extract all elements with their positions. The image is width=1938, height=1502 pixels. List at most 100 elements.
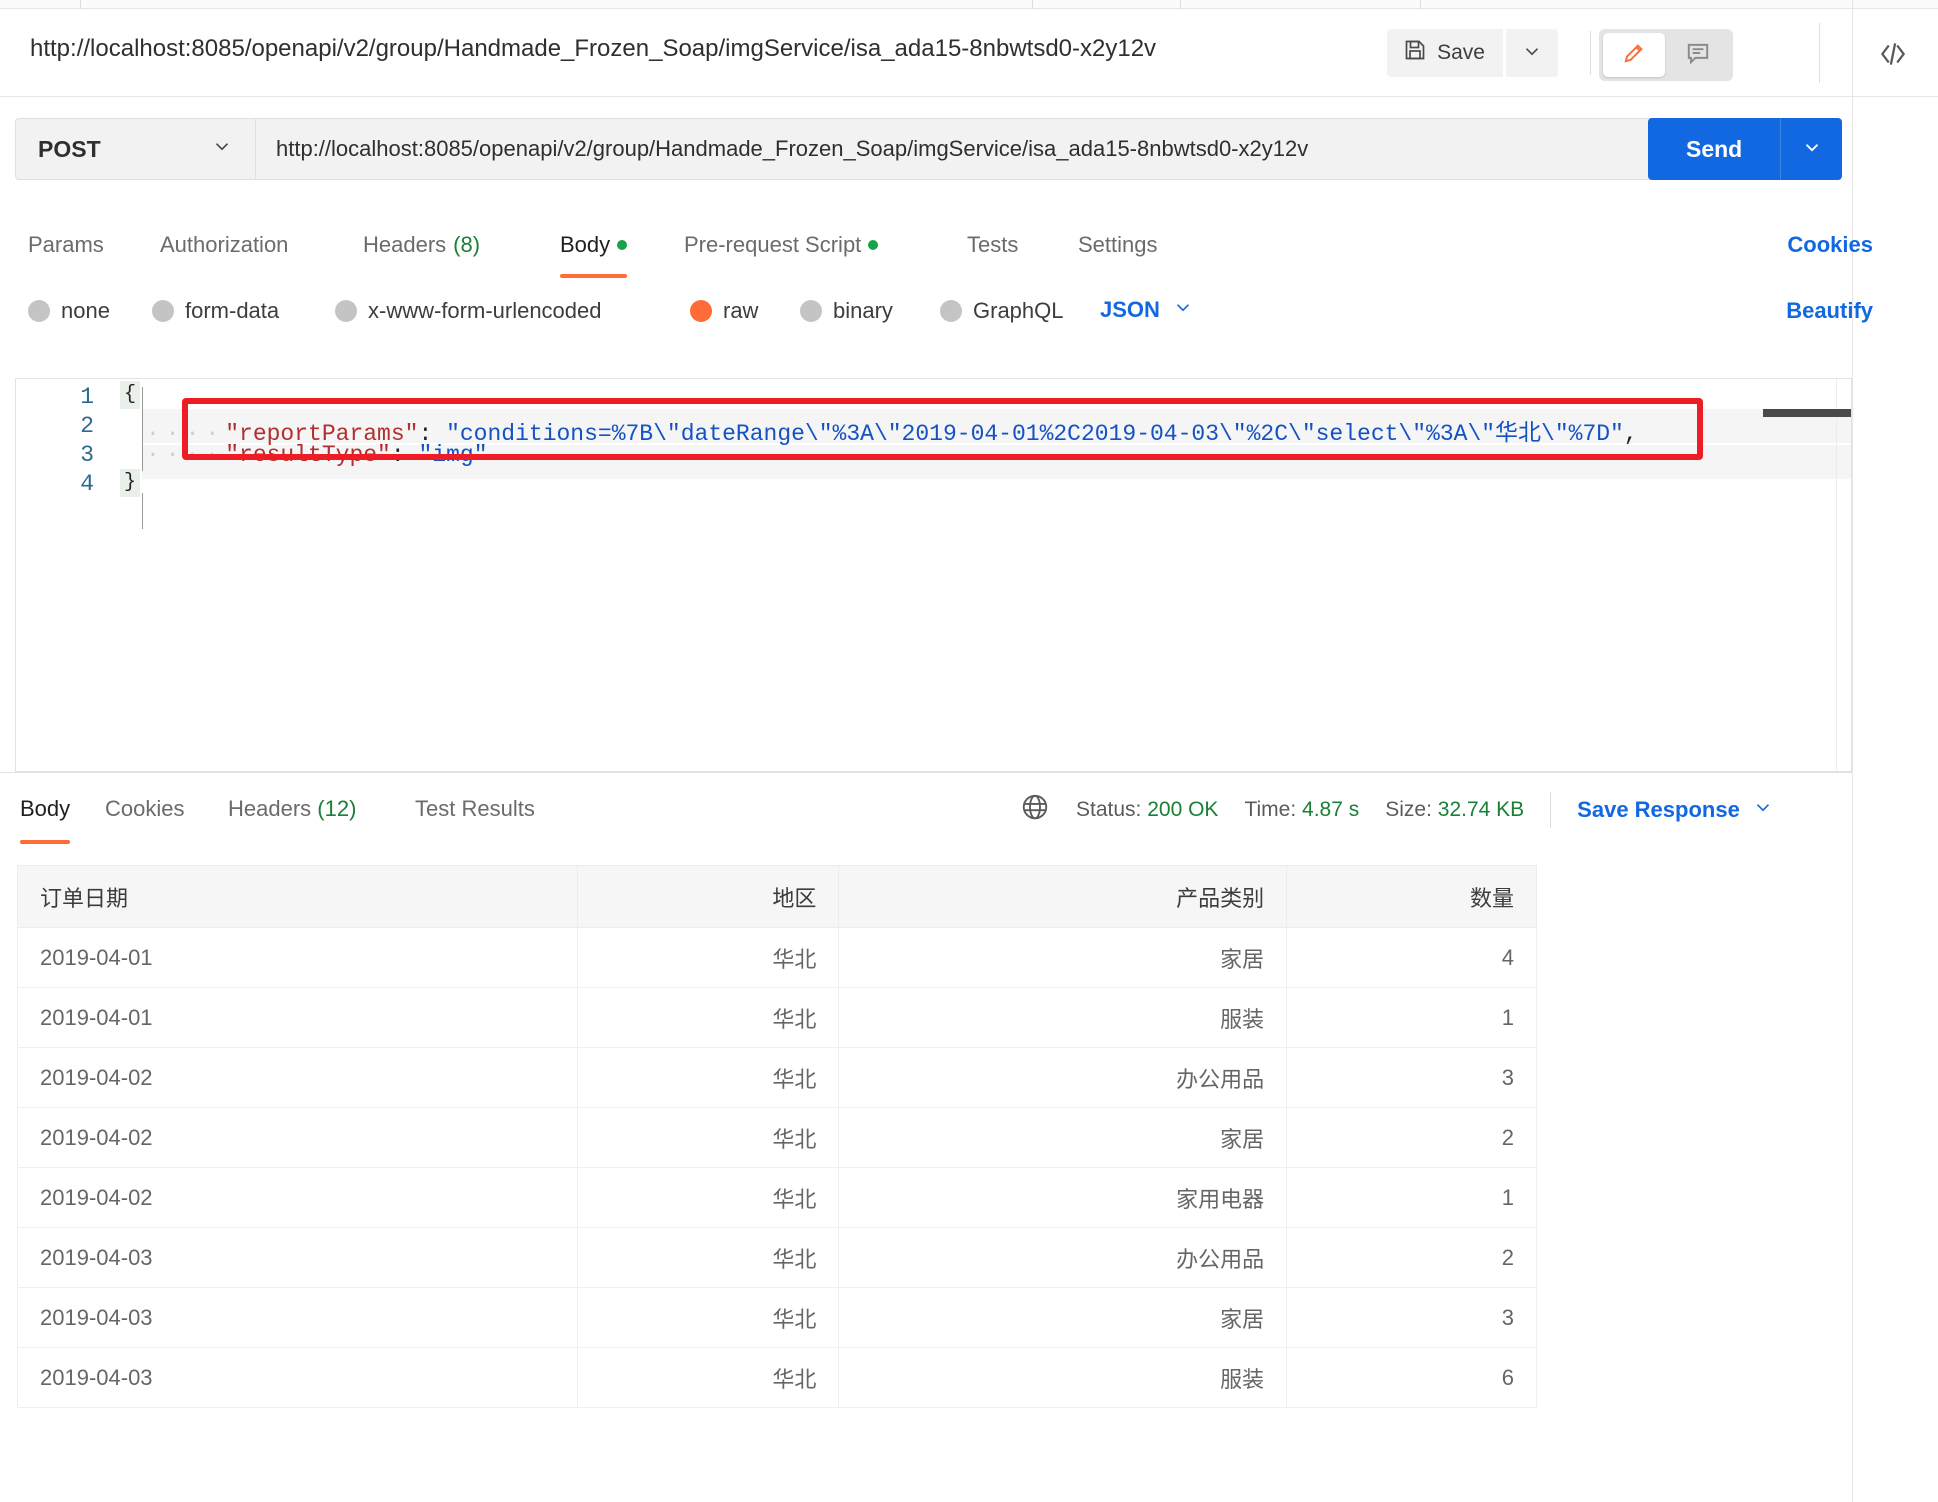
- chevron-down-icon: [211, 135, 233, 163]
- cell-quantity: 1: [1286, 1167, 1537, 1228]
- code-line-3: ····"resultType": "img": [146, 442, 488, 468]
- body-type-none[interactable]: none: [28, 298, 110, 324]
- comment-mode-button[interactable]: [1667, 33, 1729, 77]
- body-type-form-data[interactable]: form-data: [152, 298, 279, 324]
- tab-settings[interactable]: Settings: [1078, 232, 1158, 258]
- url-input[interactable]: http://localhost:8085/openapi/v2/group/H…: [255, 118, 1655, 180]
- cell-region: 华北: [576, 1227, 840, 1288]
- save-response-button[interactable]: Save Response: [1577, 796, 1774, 824]
- header-divider-2: [1819, 23, 1820, 83]
- body-format-select[interactable]: JSON: [1100, 296, 1194, 324]
- cell-quantity: 4: [1286, 927, 1537, 988]
- table-row: 2019-04-03 华北 服装 6: [17, 1347, 1537, 1408]
- table-row: 2019-04-03 华北 办公用品 2: [17, 1227, 1537, 1288]
- cell-region: 华北: [576, 1287, 840, 1348]
- status-label: Status:: [1076, 798, 1142, 821]
- tab-label: Test Results: [415, 796, 535, 821]
- chevron-down-icon: [1752, 796, 1774, 824]
- column-header-product-category[interactable]: 产品类别: [838, 865, 1288, 928]
- cell-order-date: 2019-04-03: [17, 1287, 578, 1348]
- body-type-raw[interactable]: raw: [690, 298, 758, 324]
- column-header-region[interactable]: 地区: [576, 865, 840, 928]
- cookies-link[interactable]: Cookies: [1787, 232, 1873, 258]
- fold-brace-open[interactable]: {: [120, 381, 140, 409]
- save-options-button[interactable]: [1506, 29, 1558, 77]
- save-button-group: Save: [1387, 29, 1558, 77]
- response-status-bar: Status: 200 OK Time: 4.87 s Size: 32.74 …: [1020, 792, 1774, 828]
- request-body-editor[interactable]: 1 2 3 4 { } ····"reportParams": "conditi…: [15, 378, 1852, 772]
- edit-mode-button[interactable]: [1603, 33, 1665, 77]
- radio-circle-icon: [335, 300, 357, 322]
- response-tab-headers[interactable]: Headers (12): [228, 796, 356, 822]
- response-tab-cookies[interactable]: Cookies: [105, 796, 184, 822]
- cell-product-category: 家居: [838, 927, 1288, 988]
- chevron-down-icon: [1801, 136, 1823, 163]
- tab-params[interactable]: Params: [28, 232, 104, 258]
- radio-label: x-www-form-urlencoded: [368, 298, 602, 323]
- radio-label: GraphQL: [973, 298, 1064, 323]
- cell-product-category: 服装: [838, 987, 1288, 1048]
- fold-brace-close[interactable]: }: [120, 469, 140, 497]
- table-row: 2019-04-02 华北 家居 2: [17, 1107, 1537, 1168]
- table-row: 2019-04-01 华北 服装 1: [17, 987, 1537, 1048]
- tab-headers[interactable]: Headers (8): [363, 232, 480, 258]
- send-options-button[interactable]: [1780, 118, 1843, 180]
- column-header-order-date[interactable]: 订单日期: [17, 865, 578, 928]
- line-number: 4: [80, 471, 94, 497]
- size-label: Size:: [1385, 798, 1432, 821]
- body-type-options: none form-data x-www-form-urlencoded raw…: [0, 288, 1852, 346]
- body-type-binary[interactable]: binary: [800, 298, 893, 324]
- response-tab-test-results[interactable]: Test Results: [415, 796, 535, 822]
- request-header: http://localhost:8085/openapi/v2/group/H…: [0, 9, 1938, 97]
- status-group: Status: 200 OK: [1076, 798, 1218, 822]
- table-body: 2019-04-01 华北 家居 4 2019-04-01 华北 服装 1 20…: [17, 927, 1537, 1408]
- radio-circle-icon: [800, 300, 822, 322]
- status-divider: [1550, 792, 1552, 828]
- right-rail-divider: [1852, 0, 1853, 1502]
- body-type-graphql[interactable]: GraphQL: [940, 298, 1064, 324]
- cell-order-date: 2019-04-02: [17, 1047, 578, 1108]
- tab-tests[interactable]: Tests: [967, 232, 1018, 258]
- body-type-urlencoded[interactable]: x-www-form-urlencoded: [335, 298, 602, 324]
- response-result-table: 订单日期 地区 产品类别 数量 2019-04-01 华北 家居 4 2019-…: [17, 865, 1537, 1408]
- code-brackets-icon[interactable]: [1876, 37, 1910, 76]
- radio-label: binary: [833, 298, 893, 323]
- radio-circle-icon: [940, 300, 962, 322]
- tab-pre-request-script[interactable]: Pre-request Script: [684, 232, 879, 258]
- radio-label: none: [61, 298, 110, 323]
- table-header-row: 订单日期 地区 产品类别 数量: [17, 865, 1537, 928]
- json-key: "resultType": [225, 442, 391, 468]
- cell-order-date: 2019-04-01: [17, 927, 578, 988]
- editor-indent-guide: [142, 387, 143, 471]
- tab-count: (12): [317, 796, 357, 821]
- chevron-down-icon: [1172, 296, 1194, 324]
- column-header-quantity[interactable]: 数量: [1286, 865, 1537, 928]
- tab-divider: [1180, 0, 1181, 9]
- table-row: 2019-04-02 华北 办公用品 3: [17, 1047, 1537, 1108]
- send-button[interactable]: Send: [1648, 118, 1781, 180]
- tab-divider: [80, 0, 81, 9]
- tab-label: Body: [560, 232, 611, 257]
- tab-count: (8): [453, 232, 481, 257]
- save-button[interactable]: Save: [1387, 29, 1503, 77]
- editor-horizontal-scrollbar[interactable]: [1763, 409, 1851, 417]
- modified-dot-icon: [868, 240, 879, 250]
- indent-dots: ····: [146, 442, 226, 468]
- floppy-disk-icon: [1403, 38, 1427, 68]
- response-tabs: Body Cookies Headers (12) Test Results: [0, 782, 1000, 844]
- save-response-label: Save Response: [1577, 797, 1740, 822]
- comment-icon: [1685, 40, 1711, 71]
- tab-authorization[interactable]: Authorization: [160, 232, 288, 258]
- beautify-button[interactable]: Beautify: [1786, 298, 1873, 324]
- tab-label: Headers: [363, 232, 447, 257]
- http-method-select[interactable]: POST: [15, 118, 255, 180]
- tab-divider: [1420, 0, 1421, 9]
- response-tab-body[interactable]: Body: [20, 796, 71, 844]
- table-row: 2019-04-03 华北 家居 3: [17, 1287, 1537, 1348]
- tab-body[interactable]: Body: [560, 232, 628, 278]
- modified-dot-icon: [617, 240, 628, 250]
- send-button-group: Send: [1648, 118, 1843, 180]
- response-separator: [0, 772, 1852, 773]
- cell-region: 华北: [576, 1167, 840, 1228]
- tab-label: Headers: [228, 796, 312, 821]
